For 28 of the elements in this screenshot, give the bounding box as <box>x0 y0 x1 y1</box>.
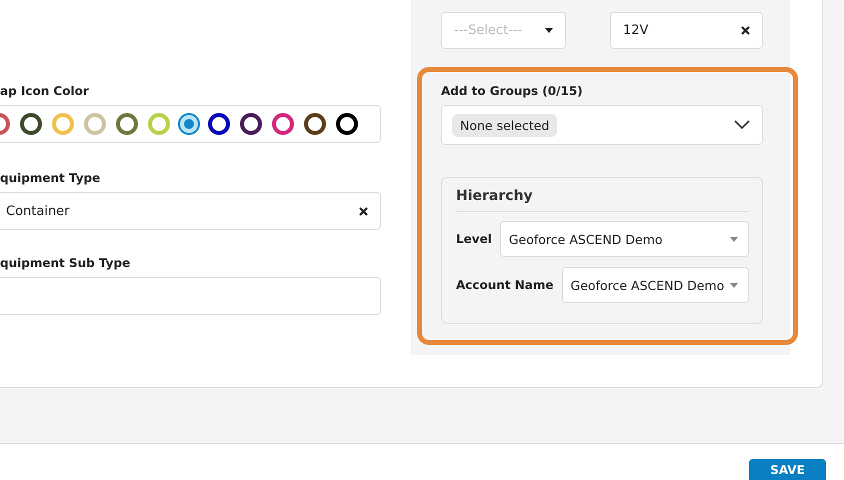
color-swatch[interactable] <box>336 113 358 135</box>
field-label: Account Name <box>456 278 554 292</box>
color-swatch[interactable] <box>116 113 138 135</box>
groups-multiselect[interactable]: None selected <box>441 105 763 145</box>
field-label: Level <box>456 232 492 246</box>
clear-icon[interactable] <box>359 206 368 216</box>
battery-voltage-field[interactable]: 12V <box>610 12 763 49</box>
chevron-down-icon <box>734 120 750 130</box>
color-swatch[interactable] <box>20 113 42 135</box>
section-title: Hierarchy <box>456 188 749 212</box>
equipment-type-field[interactable]: Container <box>0 192 381 230</box>
color-swatch[interactable] <box>208 113 230 135</box>
caret-icon <box>545 28 553 33</box>
field-label: Add to Groups (0/15) <box>441 84 584 98</box>
clear-icon[interactable] <box>741 26 750 35</box>
caret-icon <box>730 282 738 288</box>
tag: None selected <box>452 114 558 136</box>
equipment-sub-type-field[interactable] <box>0 277 381 315</box>
field-label: quipment Type <box>0 171 102 185</box>
color-swatch[interactable] <box>304 113 326 135</box>
color-swatch[interactable] <box>240 113 262 135</box>
field-label: quipment Sub Type <box>0 256 132 270</box>
field-label: ap Icon Color <box>0 84 90 98</box>
hierarchy-dropdown[interactable]: Geoforce ASCEND Demo <box>562 267 749 303</box>
save-button[interactable]: SAVE <box>749 459 826 480</box>
hierarchy-dropdown[interactable]: Geoforce ASCEND Demo <box>500 221 749 257</box>
color-swatch[interactable] <box>272 113 294 135</box>
caret-icon <box>730 236 738 242</box>
